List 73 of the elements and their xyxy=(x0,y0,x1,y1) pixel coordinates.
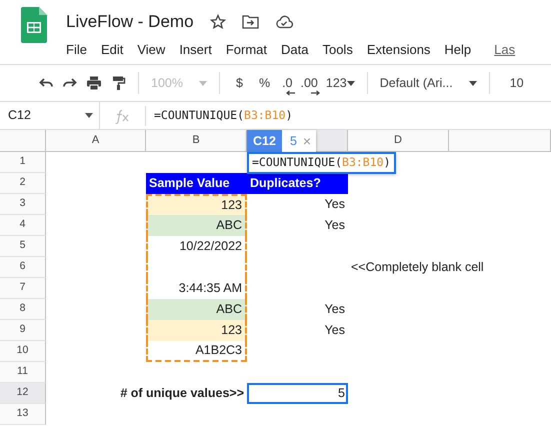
name-box[interactable]: C12 xyxy=(0,102,100,129)
folder-arrow-icon[interactable] xyxy=(242,14,259,29)
range-cell[interactable]: 123 xyxy=(146,194,247,215)
caret-icon xyxy=(346,80,355,86)
table-cell-text: A1B2C3 xyxy=(195,342,242,360)
print-icon xyxy=(86,75,102,91)
row-header[interactable]: 8 xyxy=(0,299,46,320)
sheets-logo-icon[interactable] xyxy=(20,6,48,44)
formula-field[interactable]: =COUNTUNIQUE(B3:B10) xyxy=(154,106,292,124)
row-header[interactable]: 7 xyxy=(0,278,46,299)
menu-item[interactable]: Edit xyxy=(100,40,124,60)
table-cell-text: 123 xyxy=(221,197,242,214)
row-header[interactable]: 11 xyxy=(0,362,46,383)
menu-item[interactable]: Format xyxy=(226,40,267,60)
font-dropdown[interactable]: Default (Ari... xyxy=(376,70,481,96)
cloud-check-icon[interactable] xyxy=(274,14,293,28)
last-edit-link[interactable]: Las xyxy=(494,40,516,60)
decrease-decimals-button[interactable]: .0 xyxy=(278,70,296,96)
caret-icon xyxy=(198,80,207,86)
column-header[interactable]: B xyxy=(146,130,247,152)
menu-item[interactable]: View xyxy=(137,40,166,60)
menu-item[interactable]: Data xyxy=(281,40,308,60)
table-cell-text: Yes xyxy=(324,301,345,318)
table-cell-text: 3:44:35 AM xyxy=(178,280,242,298)
table-cell-text: Yes xyxy=(324,322,345,340)
cell-editor[interactable]: =COUNTUNIQUE(B3:B10) xyxy=(247,152,396,174)
column-heading[interactable]: Sample Value xyxy=(146,173,247,194)
font-size-field[interactable]: 10 xyxy=(506,70,528,96)
range-cell[interactable]: A1B2C3 xyxy=(146,341,247,362)
column-heading[interactable]: Duplicates? xyxy=(247,173,348,194)
row-header[interactable]: 1 xyxy=(0,152,46,173)
row-header[interactable]: 5 xyxy=(0,236,46,257)
row-header[interactable]: 6 xyxy=(0,257,46,278)
table-cell-text: Yes xyxy=(324,217,345,234)
selected-cell[interactable]: 5 xyxy=(247,383,348,404)
column-header[interactable]: D xyxy=(348,130,449,152)
row-header[interactable]: 13 xyxy=(0,404,46,425)
number-format-dropdown[interactable]: 123 xyxy=(322,70,359,96)
row-header[interactable]: 4 xyxy=(0,215,46,236)
caret-icon xyxy=(85,113,93,118)
table-cell-text: 123 xyxy=(221,322,242,340)
menu-item[interactable]: File xyxy=(66,40,87,60)
range-cell[interactable]: 10/22/2022 xyxy=(146,236,247,257)
arrow-icon xyxy=(286,90,294,96)
row-header[interactable]: 3 xyxy=(0,194,46,215)
paint-format-icon xyxy=(110,75,126,91)
table-cell-text: 10/22/2022 xyxy=(179,238,242,256)
range-cell[interactable]: ABC xyxy=(146,299,247,320)
table-cell-text: <<Completely blank cell xyxy=(351,259,484,276)
table-cell-text: Yes xyxy=(324,196,345,214)
menu-item[interactable]: Insert xyxy=(179,40,212,60)
menu-item[interactable]: Help xyxy=(444,40,472,60)
cell-tooltip: C12 5 × xyxy=(247,130,316,152)
column-header[interactable]: A xyxy=(46,130,146,152)
star-icon[interactable] xyxy=(210,14,226,30)
row-header[interactable]: 9 xyxy=(0,320,46,341)
range-cell[interactable] xyxy=(146,257,247,278)
range-cell[interactable]: 123 xyxy=(146,320,247,341)
menu-item[interactable]: Extensions xyxy=(366,40,430,60)
table-cell-text: ABC xyxy=(216,217,242,234)
menu-item[interactable]: Tools xyxy=(322,40,353,60)
range-cell[interactable]: ABC xyxy=(146,215,247,236)
currency-button[interactable]: $ xyxy=(228,70,251,96)
arrow-icon xyxy=(310,90,320,96)
table-cell-text: # of unique values>> xyxy=(120,385,244,402)
caret-icon xyxy=(468,80,477,86)
table-cell-text: ABC xyxy=(216,301,242,318)
increase-decimals-button[interactable]: .00 xyxy=(296,70,322,96)
row-header[interactable]: 12 xyxy=(0,383,46,404)
row-header[interactable]: 10 xyxy=(0,341,46,362)
percent-button[interactable]: % xyxy=(250,70,278,96)
row-header[interactable]: 2 xyxy=(0,173,46,194)
document-title[interactable]: LiveFlow - Demo xyxy=(66,11,194,33)
